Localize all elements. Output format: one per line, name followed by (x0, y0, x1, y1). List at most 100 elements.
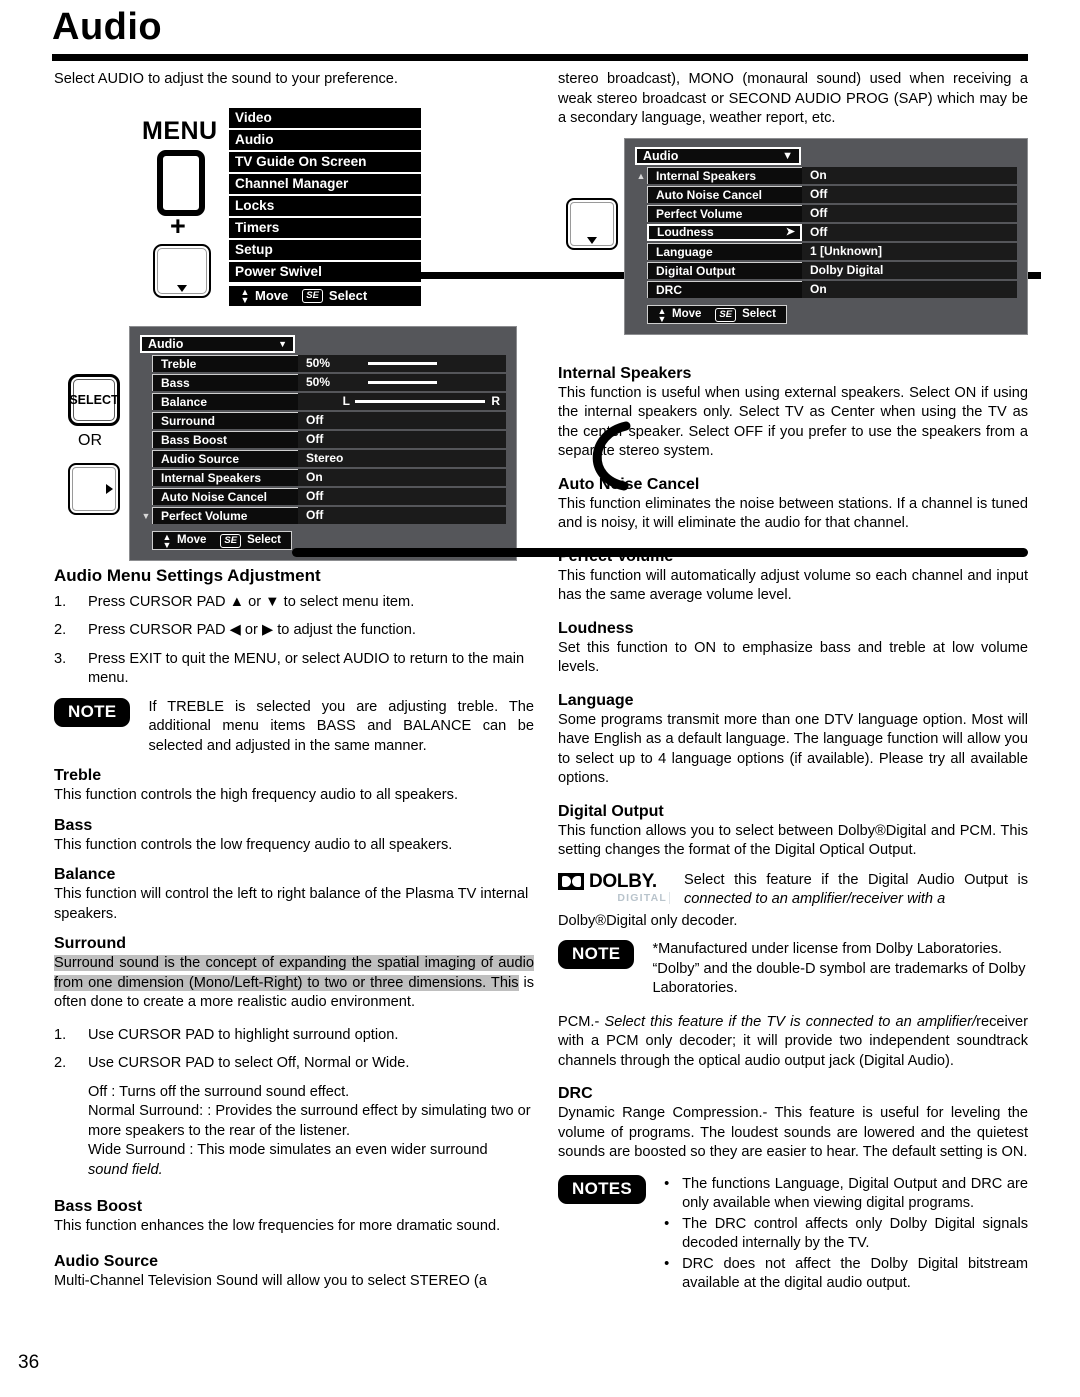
slider-track[interactable] (368, 381, 506, 384)
dolby-logo: DOLBY. DIGITAL (558, 871, 670, 904)
osd-row-value-text: 50% (306, 356, 331, 370)
osd-panel-audio-left: Audio ▼ Treble 50% Bass 50% Balance L R … (129, 326, 517, 561)
section-body-audio-source: Multi-Channel Television Sound will allo… (54, 1272, 487, 1289)
scroll-indicator (140, 355, 152, 372)
osd-row-treble[interactable]: Treble 50% (140, 355, 506, 372)
page-title: Audio (52, 6, 163, 48)
osd-row-label: Bass Boost (152, 431, 298, 448)
dolby-description: Select this feature if the Digital Audio… (684, 871, 1028, 910)
step-number: 1. (54, 593, 67, 610)
osd-row-language[interactable]: Language 1 [Unknown] (635, 243, 1017, 260)
main-menu-item-channel-manager[interactable]: Channel Manager (229, 174, 421, 194)
section-body-balance: This function will control the left to r… (54, 886, 529, 922)
osd-row-internal-speakers[interactable]: Internal Speakers On (140, 469, 506, 486)
osd-row-perfect-volume[interactable]: Perfect Volume Off (635, 205, 1017, 222)
scroll-indicator (140, 450, 152, 467)
osd-row-label: DRC (647, 281, 802, 298)
select-label: Select (328, 288, 368, 303)
step-text: Use CURSOR PAD to select Off, Normal or … (88, 1055, 410, 1071)
osd-row-drc[interactable]: DRC On (635, 281, 1017, 298)
step-item: 1. Use CURSOR PAD to highlight surround … (54, 1026, 534, 1046)
up-down-arrows-icon: ▲ ▼ (240, 287, 250, 305)
chevron-down-icon: ▼ (278, 339, 287, 349)
note-block: NOTE If TREBLE is selected you are adjus… (54, 697, 534, 757)
osd-row-auto-noise-cancel[interactable]: Auto Noise Cancel Off (635, 186, 1017, 203)
plus-symbol: + (170, 211, 186, 241)
osd-row-perfect-volume[interactable]: ▼ Perfect Volume Off (140, 507, 506, 524)
section-heading-internal-speakers: Internal Speakers (558, 364, 692, 382)
osd-row-value: On (802, 281, 1017, 298)
osd-row-label: Internal Speakers (152, 469, 298, 486)
section-body-treble: This function controls the high frequenc… (54, 787, 458, 803)
note-badge: NOTE (54, 697, 131, 727)
step-text: Press EXIT to quit the MENU, or select A… (88, 650, 525, 687)
section-body-auto-noise-cancel: This function eliminates the noise betwe… (558, 495, 1028, 532)
osd-title-bar[interactable]: Audio ▼ (140, 335, 295, 353)
section-heading-treble: Treble (54, 767, 102, 784)
osd-row-balance[interactable]: Balance L R (140, 393, 506, 410)
pcm-italic: Select this feature if the TV is connect… (604, 1013, 977, 1030)
osd-row-value: 50% (298, 355, 506, 372)
notes-bullet-text: The functions Language, Digital Output a… (682, 1175, 1028, 1212)
surround-option-wide-text: Wide Surround : This mode simulates an e… (88, 1142, 488, 1158)
osd-row-loudness[interactable]: Loudness ➤ Off (635, 224, 1017, 241)
move-label: Move (255, 288, 289, 303)
balance-track[interactable] (355, 400, 491, 403)
osd-row-bass-boost[interactable]: Bass Boost Off (140, 431, 506, 448)
osd-row-auto-noise-cancel[interactable]: Auto Noise Cancel Off (140, 488, 506, 505)
intro-continued: stereo broadcast), MONO (monaural sound)… (558, 71, 1028, 126)
section-heading-language: Language (558, 691, 634, 709)
select-key-icon: SE (715, 307, 737, 322)
step-number: 2. (54, 622, 67, 638)
dolby-digital-sub: DIGITAL (558, 891, 670, 904)
surround-option-wide: Wide Surround : This mode simulates an e… (88, 1141, 534, 1161)
cursor-pad-down-button-right[interactable] (566, 198, 618, 250)
cursor-pad-down-button[interactable] (153, 244, 211, 298)
select-label: Select (742, 308, 776, 320)
scroll-indicator (635, 186, 647, 203)
osd-row-internal-speakers[interactable]: ▲ Internal Speakers On (635, 167, 1017, 184)
slider-track[interactable] (368, 362, 506, 365)
osd-row-surround[interactable]: Surround Off (140, 412, 506, 429)
section-body-drc: Dynamic Range Compression.- This feature… (558, 1105, 1028, 1160)
osd-row-label: Perfect Volume (152, 507, 298, 524)
notes-badge: NOTES (558, 1174, 647, 1204)
osd-title-bar[interactable]: Audio ▼ (635, 147, 801, 165)
section-heading-audio-source: Audio Source (54, 1252, 159, 1270)
dolby-desc-normal: Select this feature if the Digital Audio… (684, 871, 1028, 888)
section-heading-bass: Bass (54, 816, 93, 834)
osd-title: Audio (148, 337, 184, 351)
main-menu-item-timers[interactable]: Timers (229, 218, 421, 238)
osd-row-audio-source[interactable]: Audio Source Stereo (140, 450, 506, 467)
main-menu-item-locks[interactable]: Locks (229, 196, 421, 216)
osd-row-bass[interactable]: Bass 50% (140, 374, 506, 391)
notes-bullet-item: • DRC does not affect the Dolby Digital b… (664, 1255, 1028, 1294)
main-menu-item-tv-guide-on-screen[interactable]: TV Guide On Screen (229, 152, 421, 172)
section-body-surround: Surround sound is the concept of expandi… (54, 954, 534, 1013)
main-menu-item-power-swivel[interactable]: Power Swivel (229, 262, 421, 282)
select-button[interactable]: SELECT (68, 374, 120, 426)
cursor-pad-right-button[interactable] (68, 463, 120, 515)
arrow-right-icon (106, 484, 113, 494)
main-menu-item-audio[interactable]: Audio (229, 130, 421, 150)
scroll-up-indicator-icon[interactable]: ▲ (635, 167, 647, 184)
scroll-indicator (140, 393, 152, 410)
osd-row-value: Off (802, 186, 1017, 203)
step-number: 3. (54, 650, 67, 667)
surround-option-normal: Normal Surround: : Provides the surround… (88, 1103, 531, 1139)
osd-row-value: Off (298, 507, 506, 524)
step-item: 3. Press EXIT to quit the MENU, or selec… (54, 650, 534, 689)
pcm-label: PCM.- (558, 1013, 605, 1030)
main-menu-item-video[interactable]: Video (229, 108, 421, 128)
manual-page: Audio Select AUDIO to adjust the sound t… (0, 0, 1080, 1397)
step-text: Use CURSOR PAD to highlight surround opt… (88, 1026, 399, 1043)
osd-row-digital-output[interactable]: Digital Output Dolby Digital (635, 262, 1017, 279)
osd-row-value: Off (298, 488, 506, 505)
osd-footer: ▲ ▼ Move SE Select (647, 305, 787, 324)
main-menu-item-setup[interactable]: Setup (229, 240, 421, 260)
osd-row-value: 50% (298, 374, 506, 391)
osd-row-label: Surround (152, 412, 298, 429)
note-text: If TREBLE is selected you are adjusting … (148, 698, 534, 754)
menu-button[interactable] (157, 150, 205, 216)
scroll-down-indicator-icon[interactable]: ▼ (140, 507, 152, 524)
